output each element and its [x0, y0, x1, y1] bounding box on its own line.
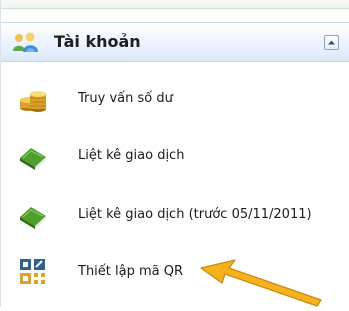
users-icon: [11, 31, 39, 55]
menu-item-transaction-list[interactable]: Liệt kê giao dịch: [1, 134, 349, 178]
account-panel-header[interactable]: Tài khoản: [1, 22, 349, 62]
panel-title: Tài khoản: [54, 32, 141, 51]
account-panel: Tài khoản Truy vấn số dư Liệt kê giao dị…: [0, 0, 349, 307]
menu-item-balance-inquiry[interactable]: Truy vấn số dư: [1, 78, 349, 122]
menu-item-label: Thiết lập mã QR: [78, 264, 184, 279]
collapse-up-icon[interactable]: [324, 35, 339, 50]
green-book-icon: [17, 199, 49, 231]
green-book-icon: [17, 140, 49, 172]
menu-item-transaction-list-before[interactable]: Liệt kê giao dịch (trước 05/11/2011): [1, 193, 349, 237]
qr-code-icon: [17, 256, 49, 288]
menu-item-label: Liệt kê giao dịch (trước 05/11/2011): [78, 207, 312, 222]
menu-item-label: Truy vấn số dư: [78, 91, 173, 106]
panel-top-strip: [1, 0, 349, 9]
coin-stack-icon: [17, 84, 49, 116]
menu-item-label: Liệt kê giao dịch: [78, 148, 185, 163]
pointer-arrow-icon: [191, 248, 331, 307]
